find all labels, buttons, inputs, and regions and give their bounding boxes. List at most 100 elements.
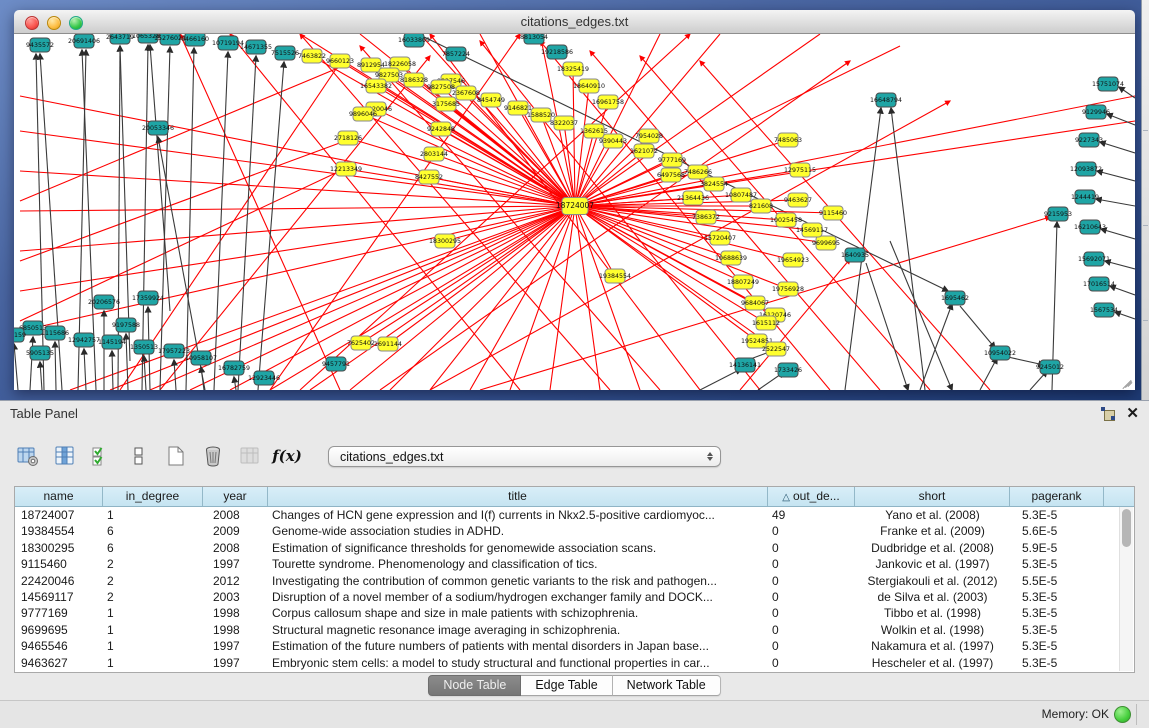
graph-node[interactable]: 7386372 [692, 210, 720, 224]
selection-mode-icon[interactable] [90, 444, 114, 468]
graph-node[interactable]: 10025458 [770, 213, 802, 227]
graph-node[interactable]: 9777169 [658, 153, 686, 167]
graph-node[interactable]: 3175685 [432, 97, 460, 111]
tab-edge-table[interactable]: Edge Table [521, 675, 612, 696]
graph-node[interactable]: 18325419 [557, 62, 589, 76]
graph-node[interactable]: 9457791 [322, 357, 350, 371]
graph-node[interactable]: 9699695 [812, 236, 840, 250]
graph-node[interactable]: 7485063 [774, 133, 802, 147]
graph-node[interactable]: 9242848 [427, 122, 455, 136]
table-row[interactable]: 977716911998Corpus callosum shape and si… [15, 605, 1134, 621]
table-row[interactable]: 1938455462009Genome-wide association stu… [15, 523, 1134, 539]
scrollbar-thumb[interactable] [1122, 509, 1131, 547]
graph-node[interactable]: 9390443 [599, 134, 627, 148]
delete-table-icon[interactable] [201, 444, 225, 468]
table-row[interactable]: 2242004622012Investigating the contribut… [15, 573, 1134, 589]
graph-node[interactable]: 20691406 [68, 34, 100, 48]
graph-node[interactable]: 1145194 [98, 335, 126, 349]
graph-node[interactable]: 1733426 [774, 363, 802, 377]
table-row[interactable]: 1872400712008Changes of HCN gene express… [15, 507, 1134, 523]
graph-node[interactable]: 3824554 [700, 177, 728, 191]
graph-node[interactable]: 2803144 [420, 147, 448, 161]
table-vertical-scrollbar[interactable] [1119, 507, 1133, 671]
network-window-titlebar[interactable]: citations_edges.txt [14, 10, 1135, 34]
graph-node[interactable]: 8813054 [520, 34, 548, 44]
column-header-outde[interactable]: △out_de... [768, 487, 855, 506]
graph-node[interactable]: 17359924 [132, 291, 164, 305]
graph-node[interactable]: 8454749 [477, 93, 505, 107]
graph-node[interactable]: 1350513 [130, 340, 158, 354]
graph-node[interactable]: 15751074 [1092, 77, 1124, 91]
graph-node[interactable]: 939159 [14, 328, 26, 342]
graph-node[interactable]: 9245012 [1036, 360, 1064, 374]
graph-node[interactable]: 2522547 [762, 342, 790, 356]
graph-node[interactable]: 15692071 [1078, 252, 1110, 266]
graph-node[interactable]: 9896046 [349, 107, 377, 121]
row-height-icon[interactable] [127, 444, 151, 468]
graph-node[interactable]: 9215953 [1044, 207, 1072, 221]
graph-node[interactable]: 8322037 [550, 116, 578, 130]
table-row[interactable]: 946362711997Embryonic stem cells: a mode… [15, 655, 1134, 671]
graph-node[interactable]: 14569117 [796, 223, 828, 237]
table-selector-dropdown[interactable]: citations_edges.txt [328, 446, 721, 467]
graph-node[interactable]: 9660123 [326, 54, 354, 68]
graph-node[interactable]: 9227343 [1075, 133, 1103, 147]
graph-node[interactable]: 821608 [749, 199, 773, 213]
graph-node[interactable]: 7954028 [635, 129, 663, 143]
table-row[interactable]: 969969511998Structural magnetic resonanc… [15, 622, 1134, 638]
graph-node[interactable]: 8427552 [415, 170, 443, 184]
function-builder-icon[interactable]: f(x) [275, 444, 299, 468]
graph-node[interactable]: 15720407 [704, 231, 736, 245]
graph-node[interactable]: 16210643 [1074, 220, 1106, 234]
tab-network-table[interactable]: Network Table [613, 675, 721, 696]
graph-node[interactable]: 1691144 [374, 337, 402, 351]
graph-node[interactable]: 9827508 [427, 80, 455, 94]
table-settings-icon[interactable] [16, 444, 40, 468]
graph-node[interactable]: 7857224 [442, 47, 470, 61]
table-row[interactable]: 1830029562008Estimation of significance … [15, 540, 1134, 556]
column-header-year[interactable]: year [203, 487, 268, 506]
graph-node[interactable]: 2367608 [452, 86, 480, 100]
graph-node[interactable]: 9463627 [784, 193, 812, 207]
graph-node[interactable]: 9435572 [26, 38, 54, 52]
column-header-short[interactable]: short [855, 487, 1010, 506]
graph-node[interactable]: 17016514 [1083, 277, 1115, 291]
graph-node[interactable]: 1567534 [1090, 303, 1118, 317]
graph-node[interactable]: 8186328 [400, 73, 428, 87]
network-canvas[interactable]: 9435572206914062643719106532871527602164… [14, 34, 1135, 390]
column-header-pagerank[interactable]: pagerank [1010, 487, 1104, 506]
graph-node[interactable]: 9129946 [1082, 105, 1110, 119]
table-row[interactable]: 911546021997Tourette syndrome. Phenomeno… [15, 556, 1134, 572]
graph-node[interactable]: 19654923 [777, 253, 809, 267]
graph-node[interactable]: 1621072 [630, 144, 658, 158]
graph-node[interactable]: 1640935 [841, 248, 869, 262]
graph-node[interactable]: 6466160 [181, 34, 209, 46]
graph-node[interactable]: 5905135 [26, 346, 54, 360]
citation-network-graph[interactable]: 9435572206914062643719106532871527602164… [14, 34, 1135, 390]
graph-node[interactable]: 2643719 [106, 34, 134, 44]
graph-node[interactable]: 12942757 [68, 333, 100, 347]
graph-node[interactable]: 12093872 [1070, 162, 1102, 176]
graph-node[interactable]: 2718126 [334, 131, 362, 145]
column-header-title[interactable]: title [268, 487, 768, 506]
graph-node[interactable]: 1695462 [941, 291, 969, 305]
table-row[interactable]: 946554611997Estimation of the future num… [15, 638, 1134, 654]
graph-node[interactable]: 18300295 [429, 234, 461, 248]
table-row[interactable]: 1456911722003Disruption of a novel membe… [15, 589, 1134, 605]
graph-node[interactable]: 16961758 [592, 95, 624, 109]
graph-node[interactable]: 12975115 [784, 163, 816, 177]
new-table-icon[interactable] [164, 444, 188, 468]
graph-node[interactable]: 7463822 [298, 49, 326, 63]
graph-node[interactable]: 18640910 [573, 79, 605, 93]
column-visibility-icon[interactable] [53, 444, 77, 468]
float-panel-icon[interactable] [1101, 407, 1115, 420]
graph-node[interactable]: 6497568 [657, 168, 685, 182]
graph-node[interactable]: 9684067 [741, 296, 769, 310]
graph-node[interactable]: 16648794 [870, 93, 902, 107]
close-panel-icon[interactable]: ✕ [1126, 404, 1139, 422]
graph-node[interactable]: 1244419 [1071, 190, 1099, 204]
graph-node[interactable]: 16033809 [398, 34, 430, 47]
column-header-indegree[interactable]: in_degree [103, 487, 203, 506]
graph-node[interactable]: 1115686 [41, 326, 69, 340]
graph-node[interactable]: 9197588 [112, 318, 140, 332]
